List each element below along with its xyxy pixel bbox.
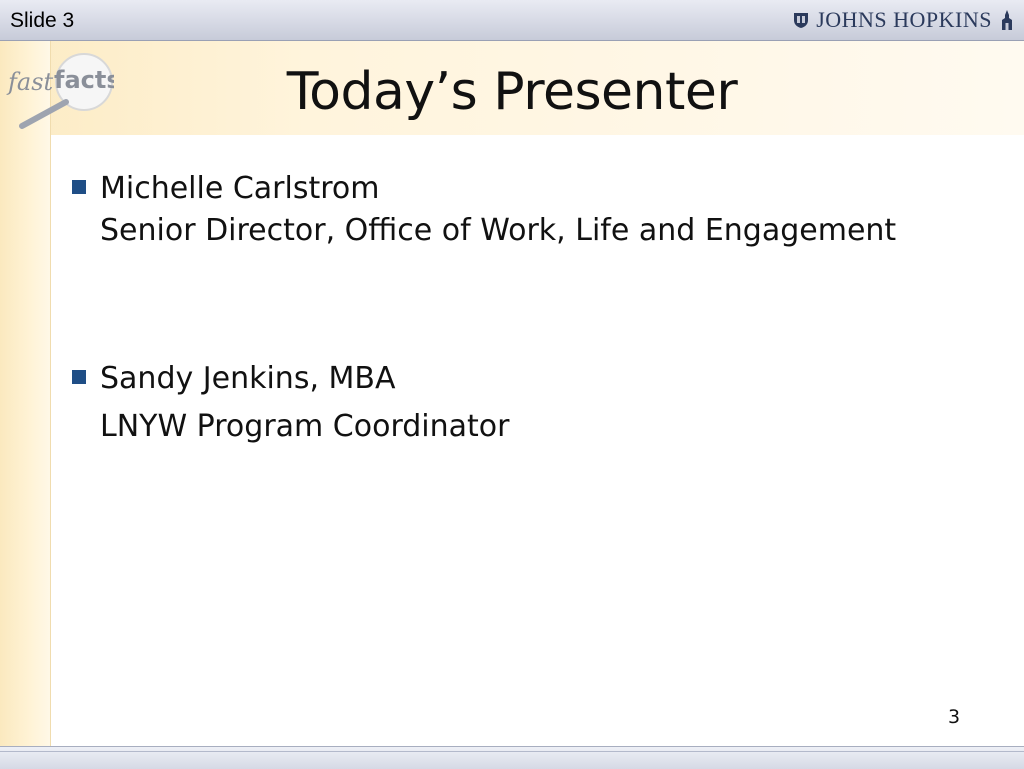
bullet-item: Sandy Jenkins, MBA LNYW Program Coordina… <box>72 358 972 448</box>
bullet-marker <box>72 370 86 384</box>
top-bar: Slide 3 JOHNS HOPKINS <box>0 0 1024 41</box>
page-number: 3 <box>948 706 961 728</box>
bullet-item: Michelle Carlstrom Senior Director, Offi… <box>72 168 972 252</box>
shield-icon <box>794 13 809 28</box>
bottom-bar-rule <box>0 751 1024 758</box>
bottom-bar <box>0 746 1024 769</box>
bullet-list: Michelle Carlstrom Senior Director, Offi… <box>72 168 972 448</box>
left-strip <box>0 41 51 746</box>
brand-name: JOHNS HOPKINS <box>816 7 992 32</box>
presenter-title: Senior Director, Office of Work, Life an… <box>100 213 897 248</box>
presenter-title: LNYW Program Coordinator <box>100 409 510 444</box>
brand-logo: JOHNS HOPKINS <box>792 6 1016 34</box>
slide-title: Today’s Presenter <box>286 62 738 122</box>
slide-label: Slide 3 <box>10 9 75 32</box>
tower-icon <box>1002 10 1012 30</box>
presenter-name: Sandy Jenkins, MBA <box>100 361 396 396</box>
presenter-name: Michelle Carlstrom <box>100 171 380 206</box>
bullet-marker <box>72 180 86 194</box>
